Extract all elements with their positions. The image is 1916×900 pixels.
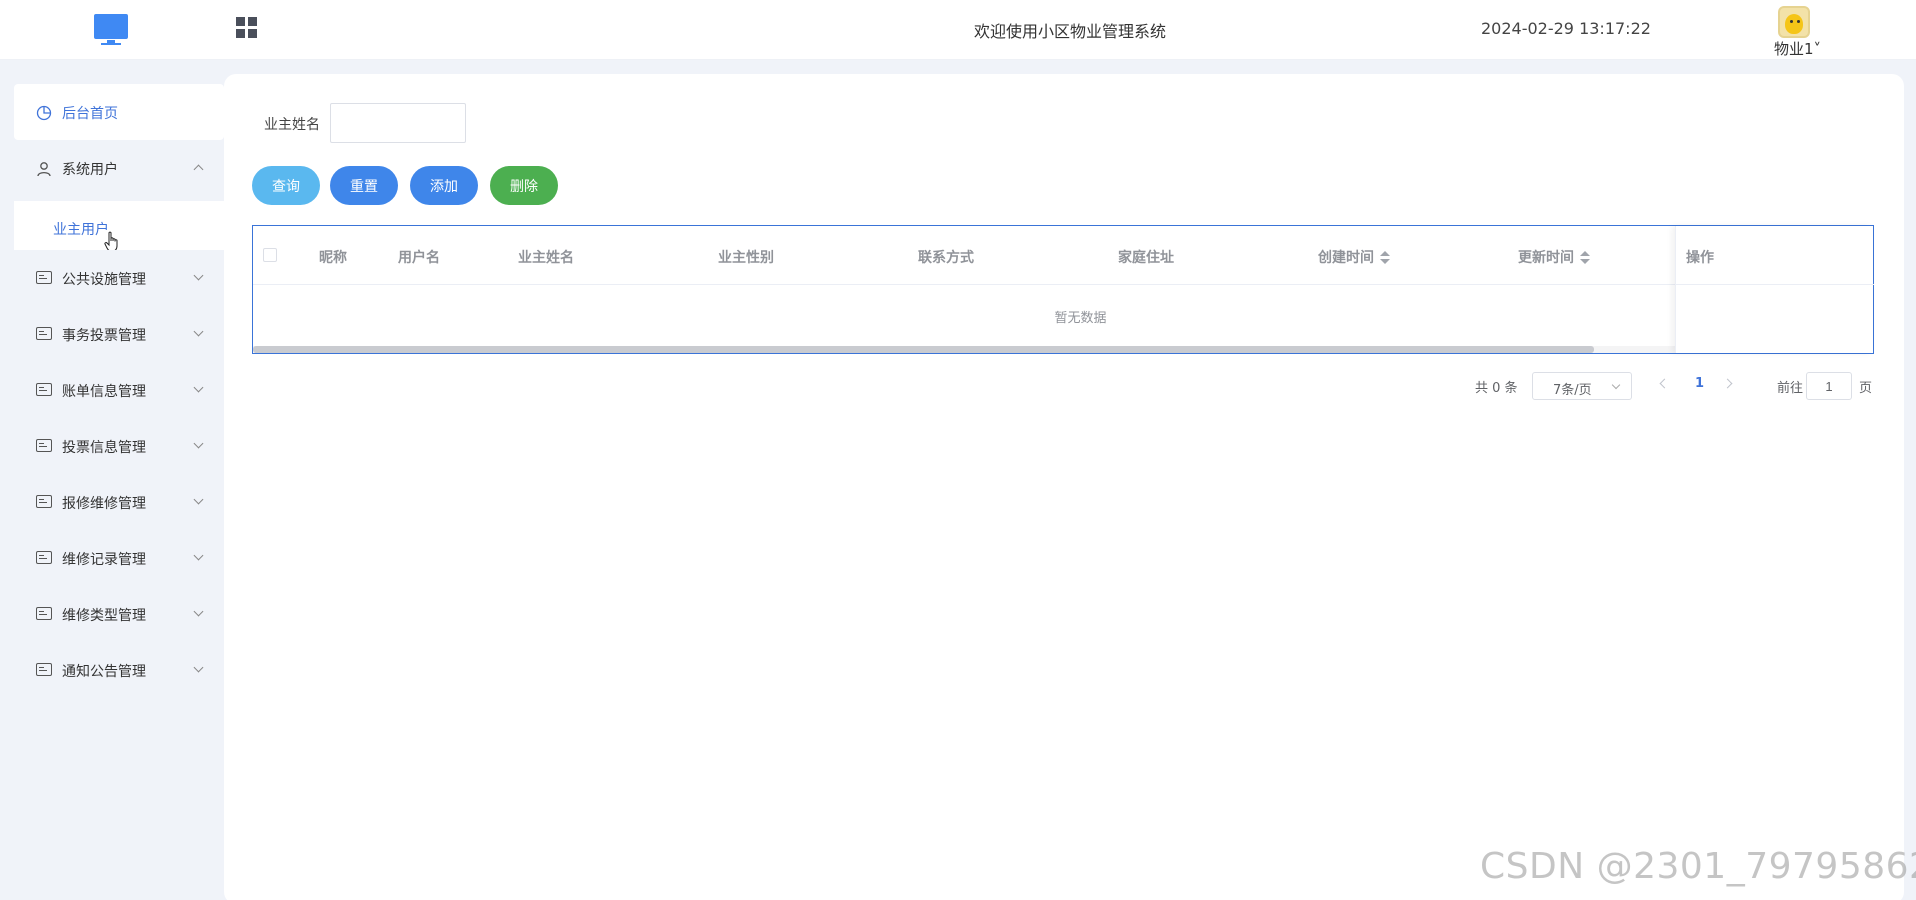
sidebar-item-vote-info[interactable]: 投票信息管理 [14, 418, 224, 474]
avatar[interactable] [1778, 6, 1810, 38]
column-header-updated-time[interactable]: 更新时间 [1518, 247, 1590, 267]
table-header: 昵称 用户名 业主姓名 业主性别 联系方式 家庭住址 创建时间 更新时间 [253, 226, 1873, 285]
user-name: 物业1 [1774, 40, 1814, 58]
user-icon [37, 162, 51, 177]
query-button[interactable]: 查询 [252, 166, 320, 205]
owner-name-label: 业主姓名 [264, 117, 320, 133]
chevron-down-icon [193, 550, 204, 561]
goto-suffix: 页 [1859, 381, 1873, 396]
card-icon [36, 383, 52, 396]
sidebar-subitem-label: 业主用户 [53, 222, 109, 238]
card-icon [36, 271, 52, 284]
sidebar-item-home[interactable]: 后台首页 [14, 84, 224, 140]
clock-icon [36, 105, 52, 121]
column-header-nickname: 昵称 [319, 250, 347, 266]
goto-page-input[interactable] [1806, 372, 1852, 400]
column-header-address: 家庭住址 [1118, 250, 1174, 266]
card-icon [36, 551, 52, 564]
grid-menu-icon[interactable] [236, 17, 258, 39]
sidebar-item-label: 账单信息管理 [62, 384, 146, 400]
horizontal-scrollbar[interactable] [253, 346, 1675, 353]
page-size-select[interactable]: 7条/页 [1532, 372, 1632, 400]
goto-prefix: 前往 [1777, 381, 1804, 396]
chevron-down-icon [193, 438, 204, 449]
card-icon [36, 439, 52, 452]
column-header-username: 用户名 [398, 250, 440, 266]
sidebar-subitem-owner-users[interactable]: 业主用户 [14, 201, 224, 255]
chevron-down-icon: ˅ [1813, 40, 1822, 58]
sidebar-item-label: 公共设施管理 [62, 272, 146, 288]
pagination-total: 共 0 条 [1475, 381, 1518, 396]
next-page-icon[interactable] [1722, 378, 1733, 389]
column-header-contact: 联系方式 [918, 250, 974, 266]
column-header-created-time[interactable]: 创建时间 [1318, 247, 1390, 267]
user-menu[interactable]: 物业1˅ [1760, 4, 1830, 58]
page-number-current[interactable]: 1 [1695, 376, 1704, 404]
chevron-up-icon [193, 164, 204, 175]
chevron-down-icon [193, 662, 204, 673]
page-title: 欢迎使用小区物业管理系统 [973, 22, 1166, 41]
sidebar-item-system-users[interactable]: 系统用户 [14, 140, 224, 196]
column-header-actions: 操作 [1686, 250, 1714, 266]
sidebar-item-label: 维修类型管理 [62, 608, 146, 624]
monitor-logo-icon [94, 14, 128, 46]
select-all-checkbox[interactable] [263, 248, 277, 262]
card-icon [36, 607, 52, 620]
sidebar-item-label: 投票信息管理 [62, 440, 146, 456]
sort-icon[interactable] [1380, 251, 1390, 265]
top-header: 欢迎使用小区物业管理系统 2024-02-29 13:17:22 物业1˅ [0, 0, 1916, 60]
sidebar-item-label: 维修记录管理 [62, 552, 146, 568]
delete-button[interactable]: 删除 [490, 166, 558, 205]
sidebar-item-label: 通知公告管理 [62, 664, 146, 680]
sidebar-item-repair-types[interactable]: 维修类型管理 [14, 586, 224, 642]
main-panel: 业主姓名 查询 重置 添加 删除 昵称 用户名 业主姓名 业主性别 联系方式 家… [224, 74, 1904, 900]
chevron-down-icon [193, 606, 204, 617]
sidebar-item-label: 报修维修管理 [62, 496, 146, 512]
sidebar-item-label: 事务投票管理 [62, 328, 146, 344]
owner-name-input[interactable] [330, 103, 466, 143]
header-datetime: 2024-02-29 13:17:22 [1481, 19, 1651, 38]
sidebar-item-affair-voting[interactable]: 事务投票管理 [14, 306, 224, 362]
chevron-down-icon [193, 326, 204, 337]
watermark: CSDN @2301_79795862 [1480, 846, 1916, 887]
sidebar-item-label: 系统用户 [62, 162, 118, 178]
chevron-down-icon [193, 494, 204, 505]
sidebar-item-bills[interactable]: 账单信息管理 [14, 362, 224, 418]
data-table: 昵称 用户名 业主姓名 业主性别 联系方式 家庭住址 创建时间 更新时间 暂无数… [252, 225, 1874, 354]
reset-button[interactable]: 重置 [330, 166, 398, 205]
fixed-actions-column: 操作 [1675, 226, 1874, 353]
card-icon [36, 663, 52, 676]
sidebar-item-label: 后台首页 [62, 106, 118, 122]
sidebar-item-repair-records[interactable]: 维修记录管理 [14, 530, 224, 586]
page-size-value: 7条/页 [1553, 383, 1592, 398]
chevron-down-icon [193, 270, 204, 281]
scrollbar-thumb[interactable] [253, 346, 1594, 353]
add-button[interactable]: 添加 [410, 166, 478, 205]
chevron-down-icon [1611, 380, 1621, 390]
column-header-owner-name: 业主姓名 [518, 250, 574, 266]
sidebar: 后台首页 系统用户 业主用户 公共设施管理 事务投票管理 账单信息管理 投票信息… [14, 84, 224, 900]
empty-state-text: 暂无数据 [1054, 311, 1107, 326]
sidebar-item-public-facilities[interactable]: 公共设施管理 [14, 250, 224, 306]
app-root: 欢迎使用小区物业管理系统 2024-02-29 13:17:22 物业1˅ 后台… [0, 0, 1916, 900]
sidebar-item-repair-requests[interactable]: 报修维修管理 [14, 474, 224, 530]
sort-icon[interactable] [1580, 251, 1590, 265]
chevron-down-icon [193, 382, 204, 393]
card-icon [36, 495, 52, 508]
prev-page-icon[interactable] [1659, 378, 1670, 389]
card-icon [36, 327, 52, 340]
sidebar-item-notices[interactable]: 通知公告管理 [14, 642, 224, 698]
column-header-owner-gender: 业主性别 [718, 250, 774, 266]
